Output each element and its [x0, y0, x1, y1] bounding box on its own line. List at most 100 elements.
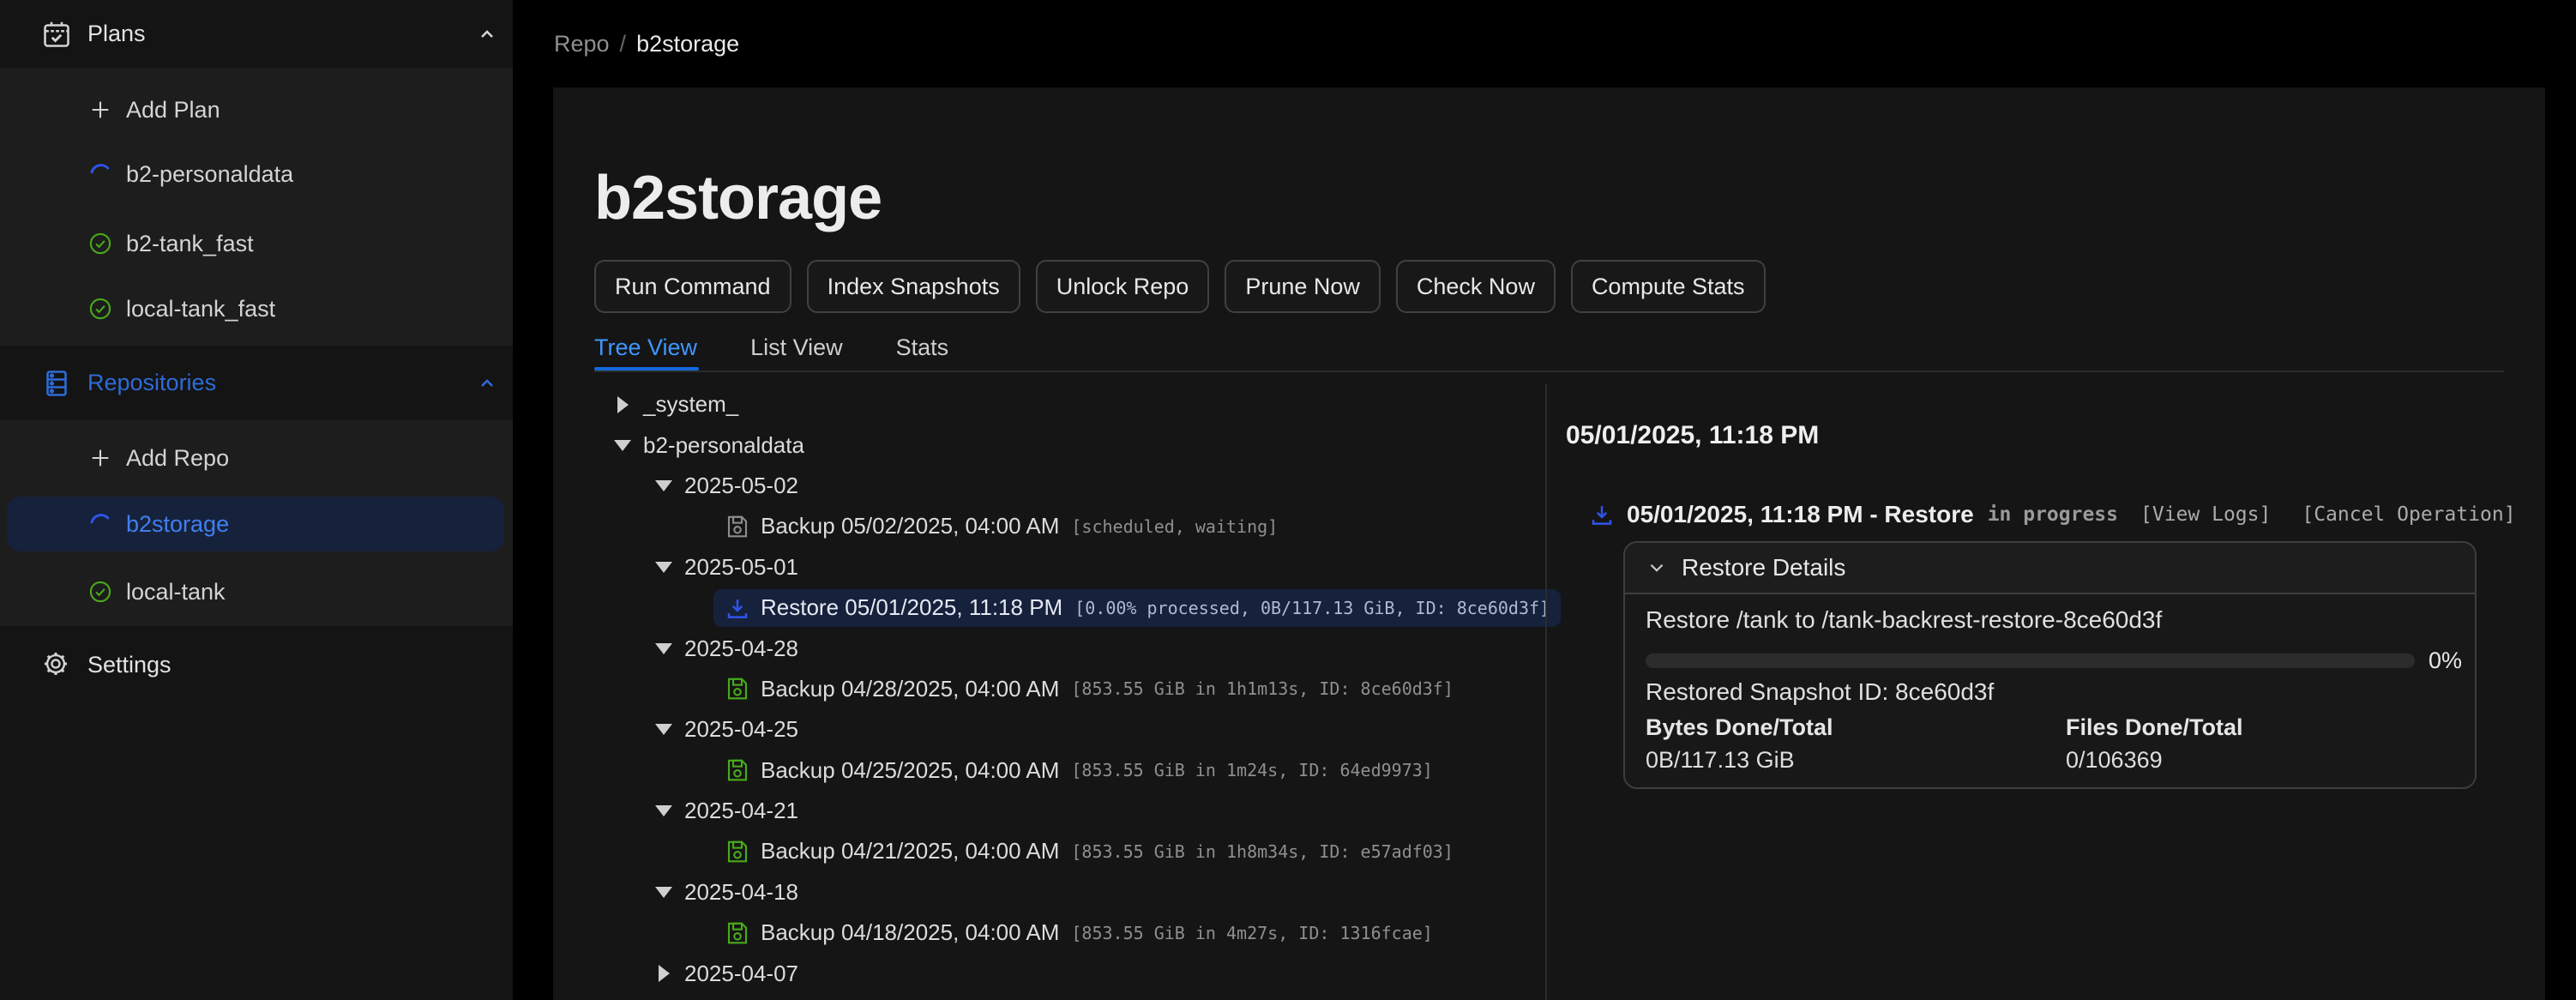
sidebar-item-b2-personaldata[interactable]: b2-personaldata — [0, 147, 513, 202]
tree-row-backup[interactable]: Backup 04/18/2025, 04:00 AM [853.55 GiB … — [594, 913, 1544, 953]
tree-node-label: Backup 04/25/2025, 04:00 AM — [761, 757, 1059, 784]
tree-row-backup[interactable]: Backup 04/25/2025, 04:00 AM [853.55 GiB … — [594, 750, 1544, 791]
snapshot-tree: _system_ b2-personaldata 2025-05-02 Bac — [594, 384, 1544, 994]
tree-row-date[interactable]: 2025-05-02 — [594, 466, 1544, 506]
download-icon — [725, 595, 750, 621]
spinner-icon — [88, 162, 112, 186]
tree-row-date[interactable]: 2025-04-25 — [594, 709, 1544, 750]
view-tabs: Tree View List View Stats — [594, 334, 948, 361]
sidebar-item-label: local-tank_fast — [126, 296, 275, 322]
chevron-up-icon[interactable] — [477, 373, 497, 394]
unlock-repo-button[interactable]: Unlock Repo — [1036, 260, 1210, 313]
caret-down-icon[interactable] — [653, 638, 674, 659]
breadcrumb: Repo / b2storage — [554, 31, 739, 57]
bytes-done-value: 0B/117.13 GiB — [1646, 747, 1795, 774]
breadcrumb-separator: / — [620, 31, 627, 57]
tree-node-annotation: [853.55 GiB in 4m27s, ID: 1316fcae] — [1071, 923, 1432, 943]
sidebar-item-b2storage[interactable]: b2storage — [7, 497, 504, 551]
sidebar-item-label: b2-tank_fast — [126, 231, 254, 257]
caret-right-icon[interactable] — [612, 395, 633, 415]
sidebar-settings-label: Settings — [87, 652, 172, 678]
tree-row-backup[interactable]: Backup 04/21/2025, 04:00 AM [853.55 GiB … — [594, 831, 1544, 871]
tree-row-date[interactable]: 2025-04-21 — [594, 791, 1544, 831]
sidebar-plans-label: Plans — [87, 21, 146, 47]
tab-list-view[interactable]: List View — [750, 334, 843, 361]
tree-row-date[interactable]: 2025-04-18 — [594, 872, 1544, 913]
prune-now-button[interactable]: Prune Now — [1225, 260, 1381, 313]
tree-node-annotation: [0.00% processed, 0B/117.13 GiB, ID: 8ce… — [1074, 598, 1550, 618]
operation-row: 05/01/2025, 11:18 PM - Restore in progre… — [1566, 496, 2516, 533]
tree-row-backup[interactable]: Backup 04/28/2025, 04:00 AM [853.55 GiB … — [594, 669, 1544, 709]
tabs-divider — [594, 370, 2504, 372]
tree-node-annotation: [853.55 GiB in 1h8m34s, ID: e57adf03] — [1071, 841, 1454, 862]
caret-down-icon[interactable] — [653, 882, 674, 902]
caret-down-icon[interactable] — [653, 801, 674, 822]
tree-row-b2-personaldata[interactable]: b2-personaldata — [594, 425, 1544, 465]
caret-down-icon[interactable] — [653, 557, 674, 577]
database-icon — [41, 368, 72, 399]
caret-down-icon[interactable] — [612, 435, 633, 455]
files-done-label: Files Done/Total — [2066, 714, 2243, 741]
restore-progress-row: 0% — [1646, 648, 2463, 674]
caret-down-icon[interactable] — [653, 720, 674, 740]
tree-row-restore-selected[interactable]: Restore 05/01/2025, 11:18 PM [0.00% proc… — [594, 587, 1544, 628]
sidebar-item-settings[interactable]: Settings — [0, 626, 513, 703]
caret-right-icon[interactable] — [653, 963, 674, 984]
spinner-icon — [88, 512, 112, 536]
progress-percent-label: 0% — [2429, 648, 2463, 674]
compute-stats-button[interactable]: Compute Stats — [1571, 260, 1766, 313]
chevron-up-icon[interactable] — [477, 24, 497, 45]
sidebar-section-plans[interactable]: Plans — [0, 0, 513, 68]
sidebar-item-label: Add Repo — [126, 445, 229, 472]
check-now-button[interactable]: Check Now — [1396, 260, 1556, 313]
tree-row-date[interactable]: 2025-05-01 — [594, 547, 1544, 587]
breadcrumb-current: b2storage — [636, 31, 739, 57]
check-circle-icon — [88, 580, 112, 604]
chevron-down-icon[interactable] — [1646, 557, 1668, 579]
run-command-button[interactable]: Run Command — [594, 260, 791, 313]
tree-node-label: 2025-05-02 — [684, 473, 798, 499]
tree-node-label: Backup 04/18/2025, 04:00 AM — [761, 919, 1059, 946]
sidebar: Plans Add Plan b2-personaldata — [0, 0, 513, 1000]
tree-row-backup[interactable]: Backup 05/02/2025, 04:00 AM [scheduled, … — [594, 506, 1544, 546]
restored-snapshot-id: Restored Snapshot ID: 8ce60d3f — [1646, 678, 1994, 706]
tree-row-date[interactable]: 2025-04-07 — [594, 953, 1544, 993]
sidebar-item-b2-tank_fast[interactable]: b2-tank_fast — [0, 216, 513, 271]
tab-tree-view[interactable]: Tree View — [594, 334, 697, 361]
tree-node-label: Backup 04/28/2025, 04:00 AM — [761, 676, 1059, 702]
breadcrumb-repo[interactable]: Repo — [554, 31, 610, 57]
tree-node-label: 2025-04-21 — [684, 798, 798, 824]
tree-node-label: 2025-04-07 — [684, 961, 798, 987]
sidebar-item-add-repo[interactable]: Add Repo — [0, 431, 513, 485]
restore-details-body: Restore /tank to /tank-backrest-restore-… — [1625, 594, 2475, 787]
progress-bar — [1646, 654, 2415, 668]
tree-row-system[interactable]: _system_ — [594, 384, 1544, 425]
sidebar-section-repositories[interactable]: Repositories — [0, 346, 513, 420]
tree-node-annotation: [853.55 GiB in 1m24s, ID: 64ed9973] — [1071, 760, 1432, 780]
tree-node-label: b2-personaldata — [643, 432, 804, 459]
check-circle-icon — [88, 232, 112, 256]
split-divider — [1545, 383, 1547, 1000]
tree-row-date[interactable]: 2025-04-28 — [594, 628, 1544, 668]
save-icon — [725, 839, 750, 864]
sidebar-item-add-plan[interactable]: Add Plan — [0, 82, 513, 137]
tab-stats[interactable]: Stats — [896, 334, 949, 361]
cancel-operation-link[interactable]: [Cancel Operation] — [2302, 503, 2515, 526]
backrest-app: Plans Add Plan b2-personaldata — [0, 0, 2576, 1000]
save-icon — [725, 676, 750, 702]
restore-details-card: Restore Details Restore /tank to /tank-b… — [1623, 541, 2477, 789]
repo-panel: b2storage Run Command Index Snapshots Un… — [553, 87, 2545, 1000]
view-logs-link[interactable]: [View Logs] — [2140, 503, 2271, 526]
page-title: b2storage — [594, 163, 882, 233]
sidebar-item-local-tank[interactable]: local-tank — [0, 564, 513, 619]
operation-date-heading: 05/01/2025, 11:18 PM — [1566, 421, 1819, 450]
save-icon — [725, 757, 750, 783]
tree-node-label: 2025-04-18 — [684, 879, 798, 906]
restore-details-title: Restore Details — [1682, 554, 1845, 581]
caret-down-icon[interactable] — [653, 475, 674, 496]
restore-details-header[interactable]: Restore Details — [1625, 543, 2475, 594]
index-snapshots-button[interactable]: Index Snapshots — [807, 260, 1020, 313]
tree-node-annotation: [scheduled, waiting] — [1071, 516, 1278, 537]
repo-action-buttons: Run Command Index Snapshots Unlock Repo … — [594, 260, 1766, 313]
sidebar-item-local-tank_fast[interactable]: local-tank_fast — [0, 281, 513, 336]
